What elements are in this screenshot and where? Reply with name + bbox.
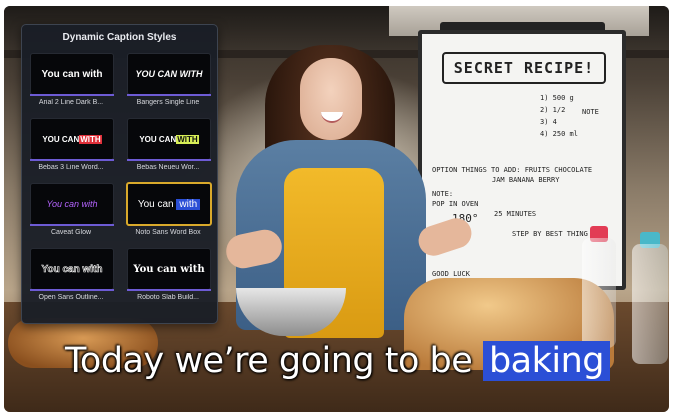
recipe-title: SECRET RECIPE! [442,52,606,84]
style-preview-a: YOU CAN [42,134,80,144]
style-preview: YOU CAN WITH [135,69,203,79]
tile-underline [30,94,114,96]
board-note: 2) 1/2 [540,106,566,114]
glass-bottle [582,238,616,348]
board-note: 1) 500 g [540,94,574,102]
live-caption: Today we’re going to be baking [0,341,675,381]
board-note: 4) 250 ml [540,130,578,138]
caption-highlight-word: baking [482,341,610,381]
tile-underline [30,289,114,291]
style-tile-arial[interactable]: You can with [30,53,114,95]
style-tile-noto-sans[interactable]: You can with [126,182,212,226]
tile-underline [127,94,211,96]
board-note: NOTE [582,108,599,116]
style-label: Caveat Glow [50,229,92,236]
board-note: OPTION THINGS TO ADD: FRUITS CHOCOLATE [432,166,593,174]
board-note: POP IN OVEN [432,200,479,208]
style-preview-a: You can [137,198,174,210]
style-tile-bangers[interactable]: YOU CAN WITH [127,53,211,95]
style-label: Open Sans Outline... [38,294,104,301]
style-preview: You can with [41,263,103,275]
style-tile-bebas-neueu[interactable]: YOU CAN WITH [127,118,211,160]
tile-underline [127,159,211,161]
board-note: 3) 4 [540,118,557,126]
style-preview-highlight: with [176,198,201,210]
style-tile-roboto-slab[interactable]: You can with [127,248,211,290]
style-tile-bebas-3-line[interactable]: YOU CAN WITH [30,118,114,160]
caption-styles-panel: Dynamic Caption Styles You can with Aria… [21,24,218,324]
tile-underline [127,289,211,291]
style-preview-highlight: WITH [79,134,102,144]
board-note: JAM BANANA BERRY [492,176,560,184]
style-tile-caveat[interactable]: You can with [30,183,114,225]
style-preview: You can with [41,68,103,80]
style-label: Bebas Neueu Wor... [136,164,200,171]
panel-title: Dynamic Caption Styles [62,32,177,43]
style-tile-open-sans[interactable]: You can with [30,248,114,290]
tile-underline [30,224,114,226]
caption-text: Today we’re going to be [64,341,473,381]
style-label: Arial 2 Line Dark B... [38,99,104,106]
style-label: Noto Sans Word Box [135,229,201,236]
tile-underline [30,159,114,161]
board-note: 25 MINUTES [494,210,537,218]
style-label: Bebas 3 Line Word... [38,164,104,171]
style-preview-a: YOU CAN [139,134,177,144]
style-preview: You can with [133,263,205,275]
style-label: Roboto Slab Build... [137,294,199,301]
person-face [300,58,362,140]
board-note: NOTE: [432,190,454,198]
style-preview: You can with [46,199,98,209]
board-note: STEP BY BEST THING [512,230,588,238]
style-label: Bangers Single Line [136,99,200,106]
style-preview-highlight: WITH [176,134,199,144]
